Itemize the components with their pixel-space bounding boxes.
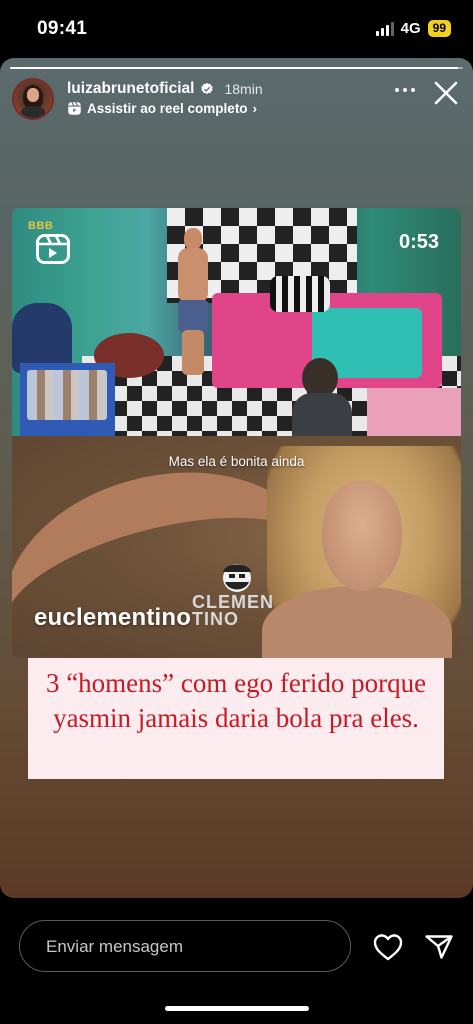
- reel-photo: Mas ela é bonita ainda CLEMEN TINO eucle…: [12, 436, 461, 658]
- watermark-logo-text: CLEMEN TINO: [192, 592, 274, 629]
- photo-caption: Mas ela é bonita ainda: [168, 454, 305, 469]
- send-icon[interactable]: [424, 933, 454, 961]
- story-text: 3 “homens” com ego ferido porque yasmin …: [45, 668, 427, 733]
- username[interactable]: luizabrunetoficial: [67, 80, 194, 98]
- status-time: 09:41: [37, 18, 88, 39]
- chevron-right-icon: ›: [252, 101, 257, 116]
- status-bar: 09:41 4G 99: [0, 0, 473, 56]
- story-progress-fill: [10, 67, 459, 69]
- battery-indicator: 99: [427, 20, 451, 37]
- watermark-text: euclementino: [34, 604, 192, 631]
- network-type: 4G: [400, 20, 421, 37]
- reel-icon: [36, 234, 70, 264]
- cellular-signal-icon: [375, 21, 394, 36]
- reel-video-thumbnail[interactable]: BBB 0:53: [12, 208, 461, 436]
- heart-icon[interactable]: [372, 932, 404, 962]
- status-icons: 4G 99: [375, 20, 451, 37]
- avatar[interactable]: [14, 80, 52, 118]
- close-icon[interactable]: [433, 80, 459, 106]
- message-placeholder: Enviar mensagem: [46, 937, 184, 956]
- more-icon[interactable]: [395, 88, 415, 92]
- story-header: luizabrunetoficial 18min Assistir ao ree…: [14, 80, 459, 124]
- story-text-box: 3 “homens” com ego ferido porque yasmin …: [28, 658, 444, 779]
- video-duration: 0:53: [398, 231, 439, 253]
- watch-full-reel-label: Assistir ao reel completo: [87, 101, 248, 116]
- message-input[interactable]: Enviar mensagem: [19, 920, 351, 972]
- story-viewer[interactable]: luizabrunetoficial 18min Assistir ao ree…: [0, 58, 473, 898]
- home-indicator[interactable]: [165, 1006, 309, 1011]
- reel-media[interactable]: BBB 0:53 Mas ela é bonita ainda CLEMEN T…: [12, 208, 461, 658]
- story-progress-bar: [10, 67, 463, 69]
- reel-icon: [68, 101, 81, 115]
- story-user-row: luizabrunetoficial 18min: [67, 80, 263, 98]
- verified-icon: [201, 82, 214, 95]
- story-time-ago: 18min: [224, 81, 263, 97]
- show-logo: BBB: [28, 220, 54, 232]
- watch-full-reel-link[interactable]: Assistir ao reel completo ›: [67, 101, 257, 116]
- reply-bar: Enviar mensagem: [0, 898, 473, 1024]
